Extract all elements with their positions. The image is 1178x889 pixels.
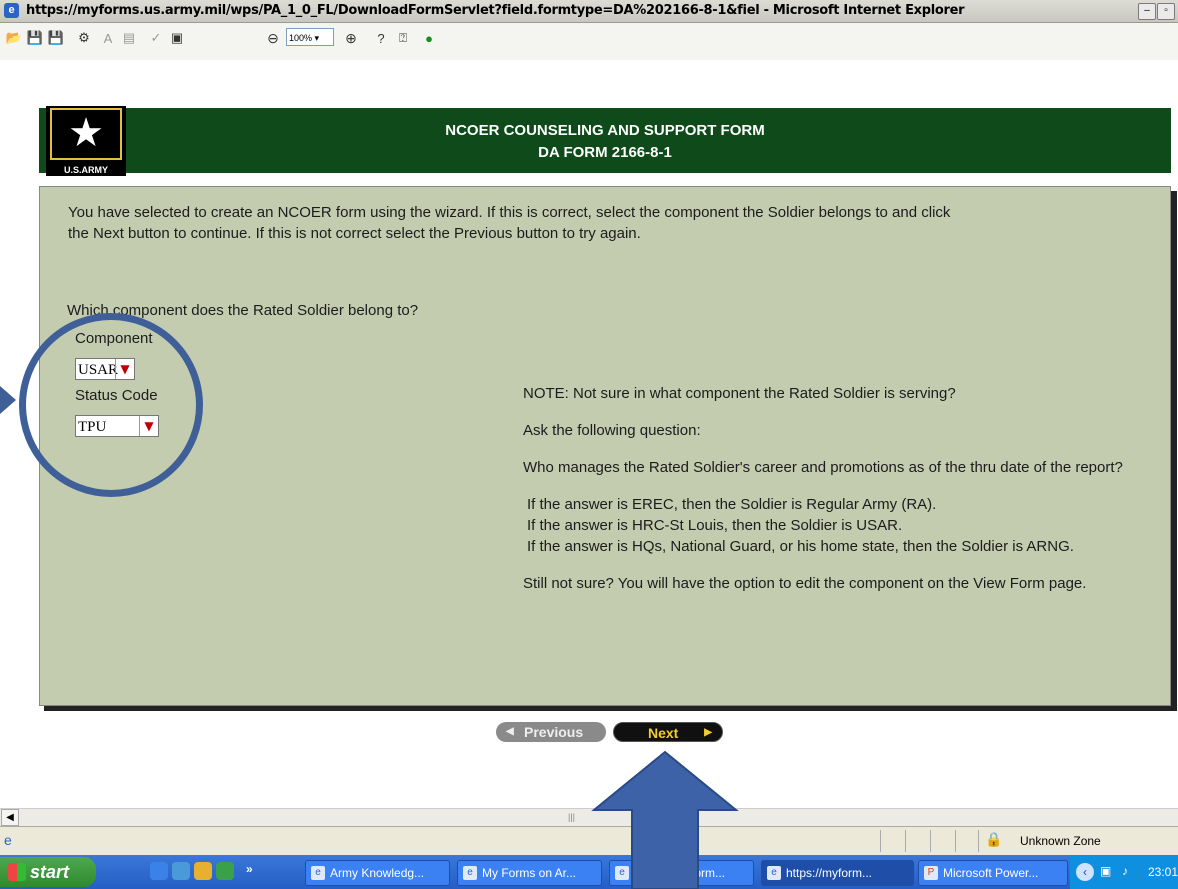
note-answer-hrc: If the answer is HRC-St Louis, then the … [527,517,903,534]
network-icon[interactable]: ▣ [1100,864,1111,878]
ie-icon: e [767,866,781,880]
scroll-grip-icon[interactable]: ||| [568,812,575,822]
ie-icon: e [311,866,325,880]
volume-icon[interactable]: ♪ [1122,864,1128,878]
status-divider [930,830,931,852]
save-as-icon[interactable]: 💾 [45,27,67,49]
text-icon[interactable]: A [97,27,119,49]
window-title: https://myforms.us.army.mil/wps/PA_1_0_F… [26,3,965,18]
next-label: Next [648,725,679,741]
go-icon[interactable]: ● [418,27,440,49]
left-arrow-icon: ◀ [506,726,514,737]
open-icon[interactable]: 📂 [3,27,25,49]
image-icon[interactable]: ▣ [166,27,188,49]
print-icon[interactable]: ⚙ [73,27,95,49]
taskbar-item[interactable]: e https://myform... [761,860,914,886]
taskbar-item[interactable]: e My Forms on Ar... [457,860,602,886]
spell-icon[interactable]: ✓ [145,27,167,49]
form-title-line2: DA FORM 2166-8-1 [538,144,672,161]
status-divider [880,830,881,852]
lock-icon: 🔒 [985,831,1003,847]
page-icon: e [4,832,12,848]
security-zone: Unknown Zone [1020,834,1101,848]
windows-logo-icon [8,863,26,881]
form-icon[interactable]: ▤ [118,27,140,49]
note-answer-hqs: If the answer is HQs, National Guard, or… [527,538,1074,555]
save-icon[interactable]: 💾 [24,27,46,49]
horizontal-scrollbar[interactable] [0,808,1178,826]
ie-icon: e [4,3,19,18]
powerpoint-icon: P [924,866,938,880]
help-icon[interactable]: ? [370,27,392,49]
about-icon[interactable]: ⍰ [392,27,414,49]
start-label: start [30,862,70,882]
clock: 23:01 [1148,865,1178,879]
note-still-not-sure: Still not sure? You will have the option… [523,575,1087,592]
taskbar-item[interactable]: e Army Knowledg... [305,860,450,886]
intro-text: You have selected to create an NCOER for… [68,204,951,242]
zoom-select[interactable]: 100% ▾ [286,28,334,46]
taskbar-item[interactable]: P Microsoft Power... [918,860,1068,886]
restore-button[interactable]: ▫ [1157,3,1175,20]
next-button[interactable]: Next ▶ [613,722,723,742]
zoom-value: 100% [289,33,313,43]
right-arrow-icon: ▶ [704,727,712,738]
more-chevron-icon[interactable]: » [246,862,253,876]
ie-icon: e [463,866,477,880]
note-ask: Ask the following question: [523,422,701,439]
note-section: NOTE: Not sure in what component the Rat… [523,383,1153,610]
task-label: My Forms on Ar... [482,866,577,880]
ie-quicklaunch-icon[interactable] [150,862,168,880]
browser-quicklaunch-icon[interactable] [172,862,190,880]
task-label: https://myform... [786,866,873,880]
note-heading: NOTE: Not sure in what component the Rat… [523,385,956,402]
zoom-in-icon[interactable]: ⊕ [340,27,362,49]
task-label: Army Knowledg... [330,866,425,880]
status-divider [978,830,979,852]
previous-button[interactable]: ◀ Previous [496,722,606,742]
army-logo-text: U.S.ARMY [46,164,126,176]
annotation-arrow-up [591,750,739,889]
task-label: Microsoft Power... [943,866,1039,880]
note-answer-erec: If the answer is EREC, then the Soldier … [527,496,937,513]
annotation-circle [19,313,203,497]
note-question: Who manages the Rated Soldier's career a… [523,459,1123,476]
annotation-arrow-right [0,386,16,414]
star-icon: ★ [50,108,122,160]
form-title-line1: NCOER COUNSELING AND SUPPORT FORM [445,122,765,139]
zoom-out-icon[interactable]: ⊖ [262,27,284,49]
tray-expand-icon[interactable]: ‹ [1076,863,1094,881]
app-quicklaunch-icon[interactable] [194,862,212,880]
previous-label: Previous [524,724,584,740]
status-divider [905,830,906,852]
excel-quicklaunch-icon[interactable] [216,862,234,880]
status-divider [955,830,956,852]
minimize-button[interactable]: – [1138,3,1156,20]
form-title: NCOER COUNSELING AND SUPPORT FORM DA FOR… [39,120,1171,164]
scroll-left-icon[interactable]: ◀ [1,809,19,826]
